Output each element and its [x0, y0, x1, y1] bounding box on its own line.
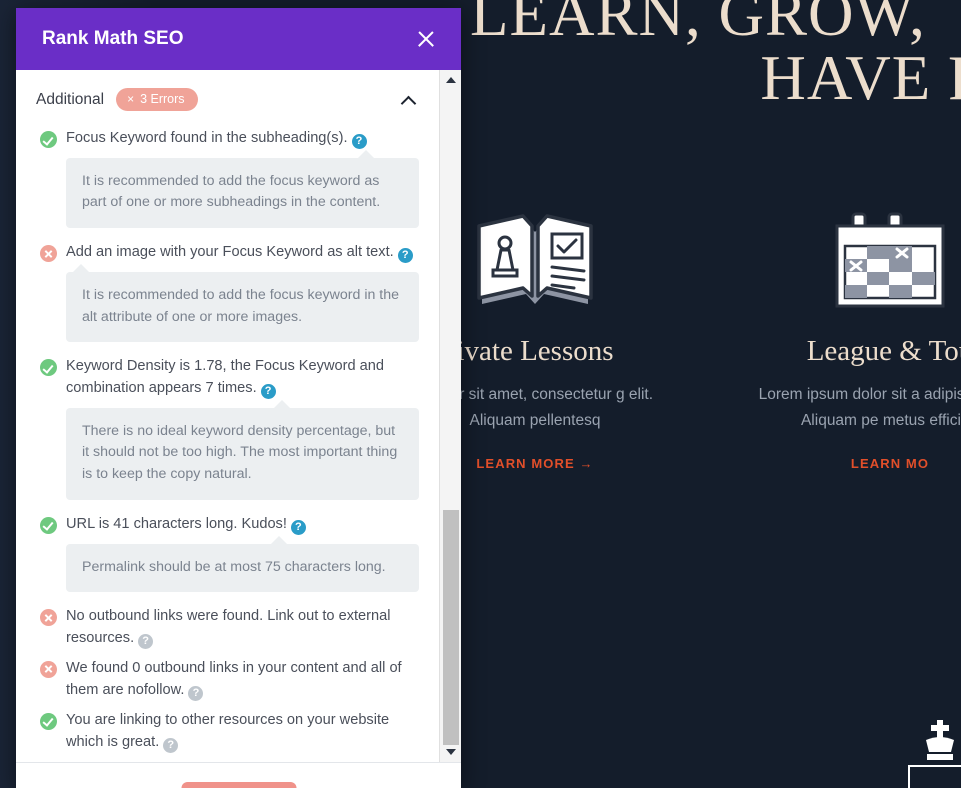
badge-x-icon: × — [127, 92, 135, 106]
help-icon[interactable]: ? — [138, 633, 154, 649]
scrollbar-thumb[interactable] — [443, 510, 459, 745]
check-row: Keyword Density is 1.78, the Focus Keywo… — [30, 353, 425, 403]
chevron-up-icon[interactable] — [401, 95, 417, 105]
scroll-up-arrow-icon[interactable] — [440, 70, 461, 90]
status-good-icon — [40, 131, 57, 148]
scroll-down-arrow-icon[interactable] — [440, 742, 461, 762]
help-icon[interactable]: ? — [290, 519, 306, 535]
tooltip-wrapper: There is no ideal keyword density percen… — [30, 399, 425, 509]
tooltip-wrapper: It is recommended to add the focus keywo… — [30, 263, 425, 351]
card-title: League & Tou — [806, 335, 961, 367]
tooltip-wrapper: Permalink should be at most 75 character… — [30, 535, 425, 602]
check-text: We found 0 outbound links in your conten… — [66, 659, 402, 701]
status-error-icon — [40, 609, 57, 627]
hero-heading: LEARN, GROW, HAVE F — [470, 0, 961, 111]
tooltip-content: There is no ideal keyword density percen… — [66, 399, 419, 500]
status-good-icon — [40, 516, 57, 534]
feature-card-league-tournaments: League & Tou Lorem ipsum dolor sit a adi… — [750, 205, 961, 473]
check-text: Add an image with your Focus Keyword as … — [66, 242, 413, 264]
decorative-box — [908, 765, 961, 788]
status-good-icon — [40, 359, 57, 377]
check-text: You are linking to other resources on yo… — [66, 711, 390, 753]
panel-footer — [16, 762, 461, 788]
check-row: Focus Keyword found in the subheading(s)… — [30, 125, 425, 153]
card-body: Lorem ipsum dolor sit a adipiscing elit.… — [758, 386, 961, 430]
errors-badge: × 3 Errors — [116, 88, 198, 111]
learn-more-link[interactable]: LEARN MORE → — [476, 456, 593, 471]
panel-scroll-area: Additional × 3 Errors Focus Keyword foun… — [16, 70, 439, 762]
help-icon[interactable]: ? — [188, 685, 204, 701]
check-row: No outbound links were found. Link out t… — [30, 603, 425, 653]
status-error-icon — [40, 245, 57, 263]
list-item: No outbound links were found. Link out t… — [30, 603, 425, 653]
status-good-icon — [40, 712, 57, 730]
check-text: Keyword Density is 1.78, the Focus Keywo… — [66, 358, 384, 399]
check-row: URL is 41 characters long. Kudos!? — [30, 511, 425, 539]
check-text: Focus Keyword found in the subheading(s)… — [66, 128, 367, 150]
panel-body: Additional × 3 Errors Focus Keyword foun… — [16, 70, 461, 762]
check-row: Add an image with your Focus Keyword as … — [30, 239, 425, 267]
seo-check-list: Focus Keyword found in the subheading(s)… — [16, 125, 439, 762]
tooltip-content: Permalink should be at most 75 character… — [66, 535, 419, 593]
panel-title: Rank Math SEO — [42, 28, 184, 49]
list-item: Keyword Density is 1.78, the Focus Keywo… — [30, 353, 425, 509]
check-row: We found 0 outbound links in your conten… — [30, 655, 425, 705]
check-row: You are linking to other resources on yo… — [30, 707, 425, 757]
tooltip-content: It is recommended to add the focus keywo… — [66, 263, 419, 343]
list-item: Add an image with your Focus Keyword as … — [30, 239, 425, 351]
calendar-icon — [750, 205, 961, 323]
hero-line-2: HAVE F — [760, 43, 961, 114]
hero-line-1: LEARN, GROW, — [470, 0, 926, 49]
list-item: URL is 41 characters long. Kudos!? Perma… — [30, 511, 425, 601]
list-item: Focus Keyword found in the subheading(s)… — [30, 125, 425, 237]
rank-math-seo-panel: Rank Math SEO Additional × 3 Errors Focu… — [16, 8, 461, 788]
panel-header: Rank Math SEO — [16, 8, 461, 70]
section-title: Additional — [36, 90, 105, 108]
check-text: URL is 41 characters long. Kudos!? — [66, 514, 306, 536]
section-header-additional[interactable]: Additional × 3 Errors — [16, 70, 439, 125]
help-icon[interactable]: ? — [397, 248, 413, 264]
help-icon[interactable]: ? — [260, 383, 276, 399]
check-text: No outbound links were found. Link out t… — [66, 608, 391, 649]
list-item: We found 0 outbound links in your conten… — [30, 655, 425, 705]
help-icon[interactable]: ? — [351, 134, 367, 149]
status-error-icon — [40, 660, 57, 678]
close-icon[interactable] — [413, 26, 439, 52]
tooltip-content: It is recommended to add the focus keywo… — [66, 149, 419, 229]
help-icon[interactable]: ? — [163, 737, 179, 753]
errors-badge-label: 3 Errors — [140, 92, 185, 106]
tooltip-wrapper: It is recommended to add the focus keywo… — [30, 149, 425, 237]
list-item: You are linking to other resources on yo… — [30, 707, 425, 757]
chess-king-icon — [918, 718, 961, 769]
footer-action-button[interactable] — [181, 782, 296, 788]
panel-scrollbar[interactable] — [439, 70, 461, 762]
learn-more-link[interactable]: LEARN MO — [851, 456, 929, 471]
